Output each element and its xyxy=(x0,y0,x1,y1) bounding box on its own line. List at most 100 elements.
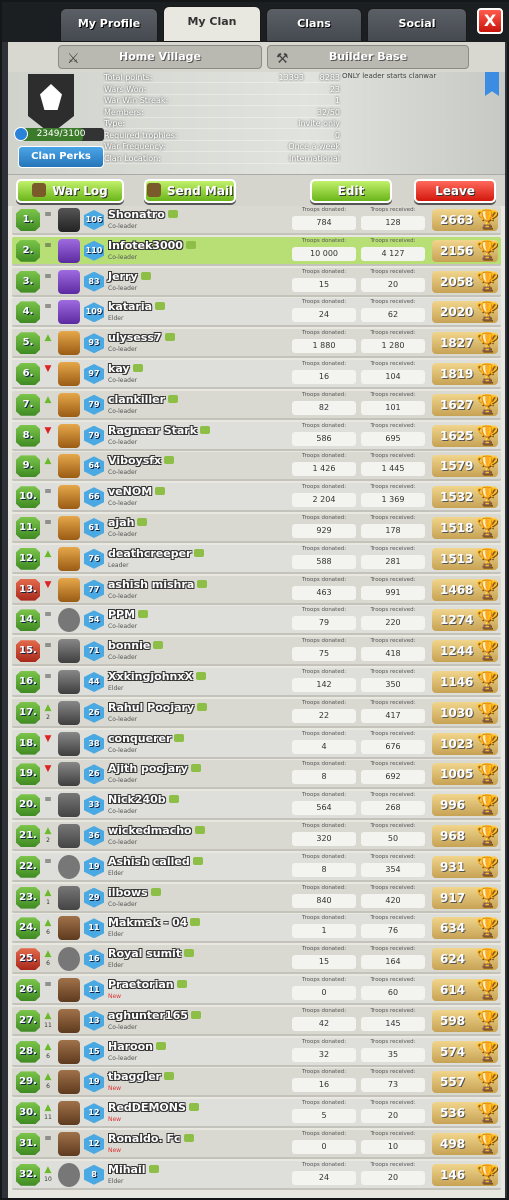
member-row[interactable]: 3. = 83 Jerry Co-leader Troops donated: 15 Troo… xyxy=(12,267,501,297)
bookmark-flag-icon[interactable] xyxy=(485,72,499,96)
member-row[interactable]: 17. ▲ 2 26 Rahul Poojary Co-leader Troops dona… xyxy=(12,698,501,728)
builder-base-tab[interactable]: ⚒ Builder Base xyxy=(267,45,469,69)
league-legend-icon xyxy=(58,300,80,325)
trend-delta: 10 xyxy=(44,1175,52,1183)
leave-button[interactable]: Leave xyxy=(414,179,496,203)
home-village-tab[interactable]: ⚔ Home Village xyxy=(58,45,262,69)
member-name-text: Rahul Poojary xyxy=(108,700,195,714)
member-row[interactable]: 28. ▲ 6 15 Haroon Co-leader Troops donated: 32 T… xyxy=(12,1037,501,1067)
tab-social[interactable]: Social xyxy=(367,8,467,42)
member-row[interactable]: 26. = 11 Praetorian New Troops donated: 0 Troop… xyxy=(12,976,501,1005)
member-row[interactable]: 8. ▼ 79 Ragnaar Stark Co-leader Troops donate… xyxy=(12,421,501,451)
clan-perks-button[interactable]: Clan Perks xyxy=(18,146,104,168)
member-row[interactable]: 22. = 19 Ashish called Elder Troops donated: 8… xyxy=(12,852,501,882)
member-row[interactable]: 23. ▲ 1 29 ilbows Co-leader Troops donated: 840… xyxy=(12,883,501,913)
member-row[interactable]: 10. = 66 veNOM Co-leader Troops donated: 2 204… xyxy=(12,483,501,513)
received-label: Troops received: xyxy=(370,576,416,583)
troops-donated: 22 xyxy=(292,708,356,723)
stat-row: War Frequency: Once a week xyxy=(104,141,340,152)
trend-down-icon: ▼ xyxy=(44,425,52,436)
received-label: Troops received: xyxy=(370,792,416,799)
donated-label: Troops donated: xyxy=(301,299,347,306)
member-row[interactable]: 9. ▲ 64 Viboysfx Co-leader Troops donated: 1 4… xyxy=(12,452,501,482)
member-row[interactable]: 2. = 110 Infotek3000 Co-leader Troops donated… xyxy=(12,236,501,266)
member-role: Co-leader xyxy=(108,253,138,261)
trophy-icon: 🏆 xyxy=(476,671,499,692)
trophy-icon: 🏆 xyxy=(476,363,499,384)
troops-donated: 16 xyxy=(292,1078,356,1093)
member-row[interactable]: 1. = 106 Shonatro Co-leader Troops donated: 78… xyxy=(12,206,501,235)
trend-up-icon: ▲ xyxy=(44,887,52,898)
member-row[interactable]: 27. ▲ 11 13 aghunter165 Co-leader Troops donat… xyxy=(12,1006,501,1036)
stat-label: Wars Won: xyxy=(104,84,147,94)
member-name-text: Mihail xyxy=(108,1162,146,1176)
member-row[interactable]: 21. ▲ 2 36 wickedmacho Co-leader Troops donate… xyxy=(12,822,501,851)
close-button[interactable]: X xyxy=(477,8,503,34)
trophy-count: 1244 🏆 xyxy=(432,640,498,663)
member-row[interactable]: 25. ▲ 6 16 Royal sumit Elder Troops donated: 15… xyxy=(12,945,501,975)
send-mail-button[interactable]: Send Mail xyxy=(144,179,236,203)
member-row[interactable]: 7. ▲ 79 clankiller Co-leader Troops donated: 8… xyxy=(12,390,501,420)
rank-trend: ▲ 11 xyxy=(42,1104,54,1122)
member-row[interactable]: 15. = 71 bonnie Co-leader Troops donated: 75 Tr… xyxy=(12,637,501,667)
donated-label: Troops donated: xyxy=(301,391,347,398)
member-row[interactable]: 13. ▼ 77 ashish mishra Co-leader Troops donat… xyxy=(12,575,501,605)
member-row[interactable]: 32. ▲ 10 8 Mihail Elder Troops donated: 24 Troop… xyxy=(12,1160,501,1190)
member-name: veNOM xyxy=(108,485,166,498)
tab-clans[interactable]: Clans xyxy=(266,8,362,42)
edit-button[interactable]: Edit xyxy=(310,179,392,203)
donated-label: Troops donated: xyxy=(301,330,347,337)
member-role: New xyxy=(108,1147,122,1154)
member-row[interactable]: 24. ▲ 6 11 Makmak - 04 Elder Troops donated: 1 T… xyxy=(12,914,501,944)
member-row[interactable]: 19. ▼ 26 Ajith poojary Co-leader Troops donat… xyxy=(12,760,501,790)
member-role: Co-leader xyxy=(108,1054,138,1062)
rank-trend: = xyxy=(42,519,54,537)
member-row[interactable]: 16. = 44 XxkingjohnxX Elder Troops donated: 14… xyxy=(12,668,501,697)
trophy-count: 1518 🏆 xyxy=(432,517,498,539)
member-row[interactable]: 29. ▲ 6 19 tbaggler New Troops donated: 16 Troop… xyxy=(12,1068,501,1098)
member-rank: 10. xyxy=(16,486,40,509)
trophy-value: 1625 xyxy=(440,428,474,443)
trophy-value: 1030 xyxy=(440,705,474,720)
tab-my-clan[interactable]: My Clan xyxy=(163,6,261,42)
trophy-icon: 🏆 xyxy=(476,1071,499,1093)
troops-donated: 320 xyxy=(292,832,356,846)
rank-trend: ▲ 10 xyxy=(42,1165,54,1184)
troops-received: 676 xyxy=(361,739,425,754)
member-name: Ajith poojary xyxy=(108,762,201,775)
trend-same-icon: = xyxy=(44,856,52,867)
member-role: Co-leader xyxy=(108,500,138,508)
received-label: Troops received: xyxy=(370,1007,416,1014)
member-rank: 12. xyxy=(16,547,40,570)
donated-label: Troops donated: xyxy=(301,207,347,213)
trophy-icon: 🏆 xyxy=(476,301,499,323)
member-row[interactable]: 5. ▲ 93 ulysess7 Co-leader Troops donated: 1 8… xyxy=(12,329,501,359)
trend-up-icon: ▲ xyxy=(44,702,52,713)
stat-row: Required trophies: 0 xyxy=(104,130,340,141)
troops-received: 35 xyxy=(361,1047,425,1062)
member-row[interactable]: 20. = 33 Nick240b Co-leader Troops donated: 56… xyxy=(12,791,501,821)
trophy-icon: 🏆 xyxy=(476,701,499,723)
member-row[interactable]: 31. = 12 Ronaldo. Fc New Troops donated: 0 Troo… xyxy=(12,1130,501,1159)
rank-trend: ▲ 6 xyxy=(42,950,54,968)
trend-same-icon: = xyxy=(44,302,52,313)
tab-my-profile[interactable]: My Profile xyxy=(60,8,158,42)
troops-received: 695 xyxy=(361,431,425,446)
member-row[interactable]: 30. ▲ 11 12 RedDEMONS New Troops donated: 5 Troo… xyxy=(12,1099,501,1129)
member-row[interactable]: 12. ▲ 76 deathcreeper Leader Troops donated: 5… xyxy=(12,544,501,574)
member-row[interactable]: 4. = 109 kataria Elder Troops donated: 24 Troop… xyxy=(12,298,501,328)
trophy-value: 1627 xyxy=(440,397,474,412)
member-row[interactable]: 11. = 61 ajah Co-leader Troops donated: 929 Tro… xyxy=(12,514,501,543)
donated-label: Troops donated: xyxy=(301,268,347,275)
exp-level-badge: 16 xyxy=(84,949,104,970)
received-label: Troops received: xyxy=(370,1161,416,1168)
member-row[interactable]: 14. = 54 PPM Co-leader Troops donated: 79 Troop… xyxy=(12,606,501,636)
received-label: Troops received: xyxy=(370,884,416,891)
member-row[interactable]: 6. ▼ 97 kay Co-leader Troops donated: 16 Troops… xyxy=(12,360,501,389)
member-name: bonnie xyxy=(108,639,164,652)
troops-received: 128 xyxy=(361,216,425,230)
member-row[interactable]: 18. ▼ 38 conquerer Co-leader Troops donated: 4… xyxy=(12,729,501,759)
war-log-button[interactable]: War Log xyxy=(16,179,124,203)
troops-received: 692 xyxy=(361,770,425,785)
trend-up-icon: ▲ xyxy=(44,1041,52,1052)
